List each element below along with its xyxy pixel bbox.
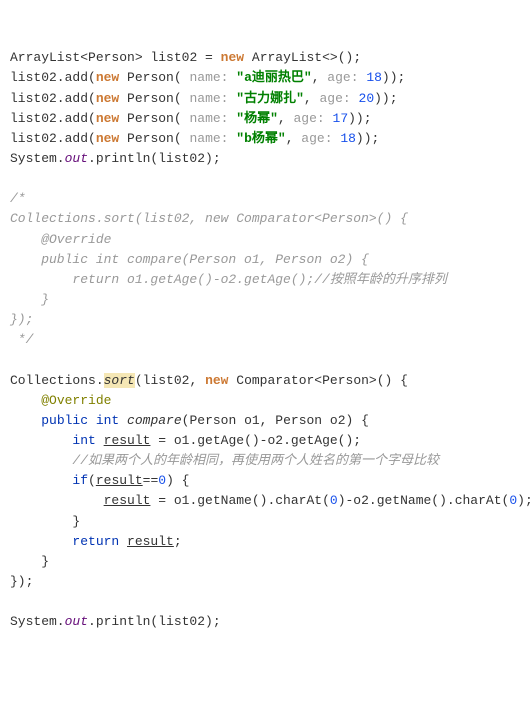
code-line: } xyxy=(10,554,49,569)
code-line: list02.add(new Person( name: "古力娜扎", age… xyxy=(10,91,398,106)
code-editor[interactable]: ArrayList<Person> list02 = new ArrayList… xyxy=(10,48,521,632)
code-line: result = o1.getName().charAt(0)-o2.getNa… xyxy=(10,493,531,508)
code-line: //如果两个人的年龄相同，再使用两个人姓名的第一个字母比较 xyxy=(10,453,439,468)
code-line: list02.add(new Person( name: "b杨幂", age:… xyxy=(10,131,379,146)
code-line: }); xyxy=(10,574,33,589)
code-line: int result = o1.getAge()-o2.getAge(); xyxy=(10,433,361,448)
code-line: public int compare(Person o1, Person o2)… xyxy=(10,413,369,428)
code-line: list02.add(new Person( name: "a迪丽热巴", ag… xyxy=(10,70,405,85)
code-line: @Override xyxy=(10,393,111,408)
code-line: if(result==0) { xyxy=(10,473,189,488)
code-line: System.out.println(list02); xyxy=(10,614,221,629)
comment-block: /* Collections.sort(list02, new Comparat… xyxy=(10,191,447,347)
code-line: Collections.sort(list02, new Comparator<… xyxy=(10,373,408,388)
code-line: return result; xyxy=(10,534,182,549)
code-line: System.out.println(list02); xyxy=(10,151,221,166)
code-line: list02.add(new Person( name: "杨幂", age: … xyxy=(10,111,372,126)
code-line: } xyxy=(10,514,80,529)
code-line: ArrayList<Person> list02 = new ArrayList… xyxy=(10,50,361,65)
